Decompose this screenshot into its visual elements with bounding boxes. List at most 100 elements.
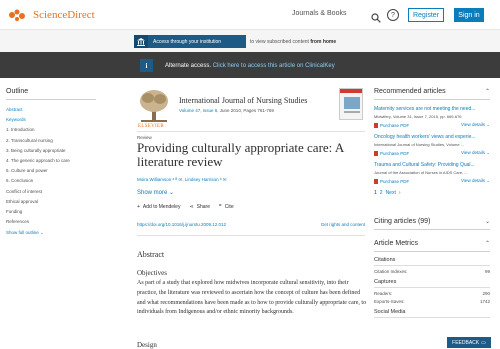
outline-item[interactable]: References bbox=[6, 217, 96, 227]
help-icon[interactable]: ? bbox=[387, 9, 399, 21]
access-tail-text: to view subscribed content from home bbox=[250, 39, 336, 45]
purchase-pdf-link[interactable]: Purchase PDF bbox=[374, 150, 409, 156]
chevron-right-icon[interactable]: > bbox=[365, 110, 370, 120]
access-tail-bold: from home bbox=[310, 39, 337, 45]
sciencedirect-logo-icon[interactable] bbox=[6, 6, 28, 24]
share-icon: ⋖ bbox=[189, 204, 194, 210]
journal-header: ELSEVIER International Journal of Nursin… bbox=[137, 88, 365, 132]
show-full-outline-label: Show full outline bbox=[6, 230, 39, 236]
chevron-down-icon: ⌄ bbox=[486, 150, 490, 155]
outline-panel: Outline Abstract Keywords 1. Introduction 2… bbox=[6, 88, 96, 236]
journals-books-link[interactable]: Journals & Books bbox=[292, 10, 346, 17]
page-2[interactable]: 2 bbox=[380, 190, 383, 196]
share-label: Share bbox=[196, 204, 210, 210]
pdf-icon bbox=[374, 150, 378, 156]
add-mendeley-button[interactable]: + Add to Mendeley bbox=[137, 204, 180, 210]
journal-cover-thumbnail[interactable] bbox=[339, 88, 363, 120]
cite-label: Cite bbox=[224, 204, 234, 210]
add-mendeley-label: Add to Mendeley bbox=[142, 204, 181, 210]
show-full-outline-link[interactable]: Show full outline ⌄ bbox=[6, 230, 96, 236]
recommended-heading[interactable]: Recommended articles ⌃ bbox=[374, 88, 490, 100]
sign-in-button[interactable]: Sign in bbox=[454, 8, 484, 22]
outline-item[interactable]: Abstract bbox=[6, 105, 96, 115]
journal-title[interactable]: International Journal of Nursing Studies bbox=[179, 96, 307, 105]
alternate-lead: Alternate access. bbox=[165, 62, 212, 69]
volume-link[interactable]: Volume 47, Issue 6, bbox=[179, 108, 219, 113]
elsevier-wordmark: ELSEVIER bbox=[138, 124, 165, 129]
metrics-title: Article Metrics bbox=[374, 240, 418, 247]
recommended-item: Oncology health workers' views and exper… bbox=[374, 134, 490, 156]
view-details-label: View details bbox=[461, 122, 485, 127]
view-details-link[interactable]: View details ⌄ bbox=[461, 178, 490, 184]
brand-name[interactable]: ScienceDirect bbox=[33, 9, 95, 21]
info-icon: i bbox=[140, 59, 153, 72]
chevron-up-icon: ⌃ bbox=[484, 89, 490, 95]
outline-item[interactable]: 2. Transcultural nursing bbox=[6, 136, 96, 146]
article-title: Providing culturally appropriate care: A… bbox=[137, 140, 344, 169]
page-1[interactable]: 1 bbox=[374, 190, 377, 196]
institution-access-bar: Access through your institution to view … bbox=[0, 30, 500, 52]
citation-indexes-row: Citation Indexes: 99 bbox=[374, 269, 490, 274]
quote-icon: ❞ bbox=[219, 204, 222, 210]
author-list[interactable]: Moira Williamson ᵃ ᴮ ✉, Lindsey Harrison… bbox=[137, 177, 227, 183]
alternate-access-banner: i Alternate access. Click here to access… bbox=[0, 52, 500, 120]
chevron-down-icon: ⌄ bbox=[484, 219, 490, 225]
abstract-heading: Abstract bbox=[137, 250, 165, 259]
exports-value: 1742 bbox=[479, 299, 490, 304]
next-link[interactable]: Next bbox=[386, 190, 396, 196]
recommended-title-link[interactable]: Oncology health workers' views and exper… bbox=[374, 134, 490, 140]
purchase-pdf-link[interactable]: Purchase PDF bbox=[374, 178, 409, 184]
chevron-up-icon: ⌃ bbox=[484, 241, 490, 247]
social-media-heading: Social Media bbox=[374, 309, 490, 318]
outline-item[interactable]: Ethical approval bbox=[6, 197, 96, 207]
purchase-pdf-label: Purchase PDF bbox=[380, 150, 410, 156]
citation-indexes-value: 99 bbox=[484, 269, 490, 274]
outline-item[interactable]: 5. Culture and power bbox=[6, 166, 96, 176]
alternate-access-text: Alternate access. Click here to access t… bbox=[165, 63, 335, 69]
access-tail-prefix: to view subscribed content bbox=[250, 39, 309, 45]
outline-item[interactable]: 1. Introduction bbox=[6, 125, 96, 135]
share-button[interactable]: ⋖ Share bbox=[189, 204, 210, 210]
citing-heading[interactable]: Citing articles (99) ⌄ bbox=[374, 218, 490, 230]
show-more-label: Show more bbox=[137, 190, 168, 196]
article-main: ELSEVIER International Journal of Nursin… bbox=[137, 88, 366, 349]
exports-label: Exports-Saves: bbox=[374, 299, 405, 304]
right-sidebar: Recommended articles ⌃ Maternity services… bbox=[374, 88, 490, 318]
view-details-label: View details bbox=[461, 178, 485, 183]
recommended-item: Maternity services are not meeting the n… bbox=[374, 106, 490, 128]
outline-item[interactable]: 3. Being culturally appropriate bbox=[6, 146, 96, 156]
outline-item[interactable]: 6. Conclusion bbox=[6, 176, 96, 186]
recommended-meta: International Journal of Nursing Studies… bbox=[374, 142, 465, 147]
view-details-link[interactable]: View details ⌄ bbox=[461, 122, 490, 128]
search-icon[interactable] bbox=[371, 10, 381, 23]
chevron-down-icon: ⌄ bbox=[40, 230, 44, 236]
recommended-list: Maternity services are not meeting the n… bbox=[374, 106, 490, 184]
access-institution-label: Access through your institution bbox=[153, 38, 222, 45]
recommended-title: Recommended articles bbox=[374, 88, 446, 95]
chevron-down-icon: ⌄ bbox=[169, 190, 175, 196]
purchase-pdf-link[interactable]: Purchase PDF bbox=[374, 122, 409, 128]
view-details-link[interactable]: View details ⌄ bbox=[461, 150, 490, 156]
rights-link[interactable]: Get rights and content bbox=[321, 222, 365, 227]
chevron-down-icon: ⌄ bbox=[486, 178, 490, 183]
exports-row: Exports-Saves: 1742 bbox=[374, 299, 490, 304]
show-more-button[interactable]: Show more ⌄ bbox=[137, 189, 174, 196]
purchase-pdf-label: Purchase PDF bbox=[380, 122, 410, 128]
elsevier-logo-icon[interactable]: ELSEVIER bbox=[137, 88, 171, 129]
register-button[interactable]: Register bbox=[408, 8, 444, 22]
recommended-title-link[interactable]: Trauma and Cultural Safety: Providing Qu… bbox=[374, 162, 490, 168]
article-actions: + Add to Mendeley ⋖ Share ❞ Cite bbox=[137, 204, 234, 210]
clinicalkey-link[interactable]: Click here to access this article on Cli… bbox=[213, 63, 335, 69]
metrics-heading[interactable]: Article Metrics ⌃ bbox=[374, 240, 490, 252]
outline-item[interactable]: Conflict of interest bbox=[6, 187, 96, 197]
outline-item[interactable]: Keywords bbox=[6, 115, 96, 125]
cite-button[interactable]: ❞ Cite bbox=[219, 204, 234, 210]
objectives-heading: Objectives bbox=[137, 269, 167, 277]
outline-item[interactable]: 4. The generic approach to care bbox=[6, 156, 96, 166]
pdf-icon bbox=[374, 178, 378, 184]
recommended-title-link[interactable]: Maternity services are not meeting the n… bbox=[374, 106, 490, 112]
doi-link[interactable]: https://doi.org/10.1016/j.ijnurstu.2009.… bbox=[137, 222, 226, 227]
feedback-button[interactable]: FEEDBACK ▭ bbox=[447, 337, 491, 348]
access-institution-button[interactable]: Access through your institution bbox=[134, 35, 246, 48]
outline-item[interactable]: Funding bbox=[6, 207, 96, 217]
